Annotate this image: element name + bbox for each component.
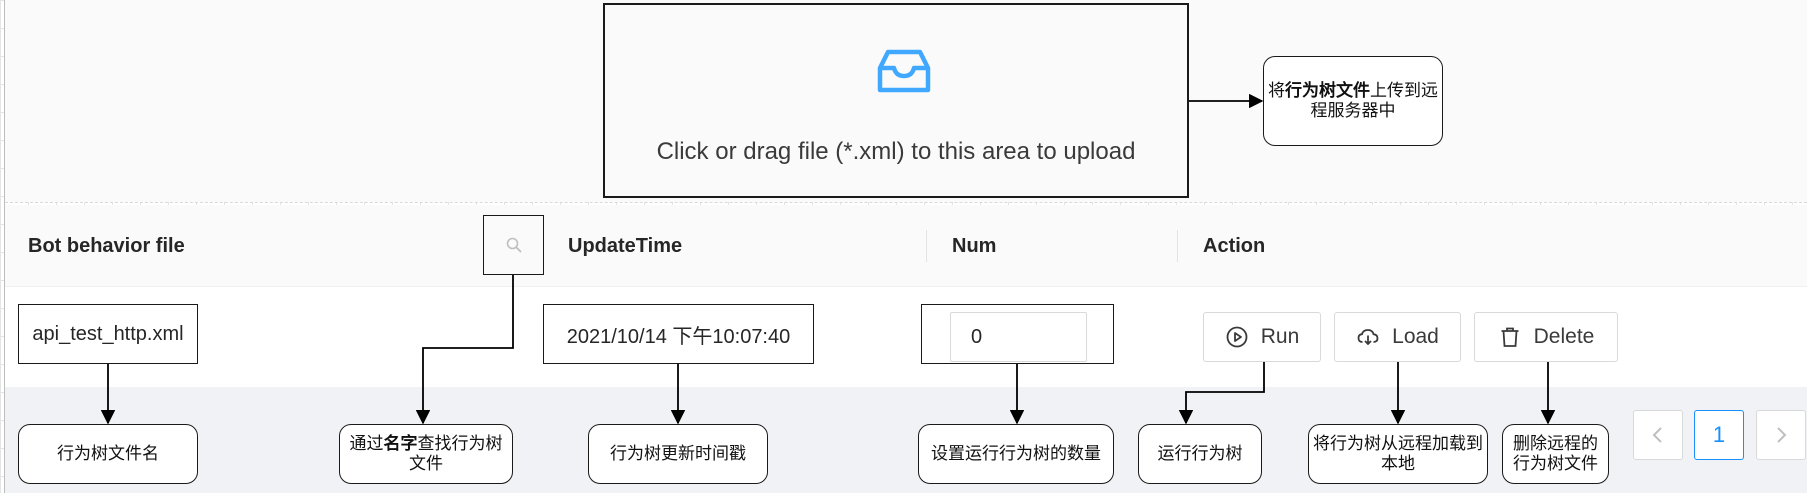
cloud-download-icon — [1357, 329, 1379, 346]
callout-run: 运行行为树 — [1138, 424, 1262, 484]
column-header-action: Action — [1203, 235, 1266, 257]
trash-icon — [1501, 327, 1519, 347]
pagination-next-button[interactable] — [1756, 410, 1806, 460]
chevron-left-icon — [1652, 427, 1662, 443]
delete-button[interactable]: Delete — [1474, 312, 1618, 362]
load-button[interactable]: Load — [1334, 312, 1461, 362]
callout-load: 将行为树从远程加载到本地 — [1308, 424, 1488, 484]
pagination-page-1[interactable]: 1 — [1694, 410, 1744, 460]
delete-button-label: Delete — [1533, 325, 1595, 348]
file-name-cell: api_test_http.xml — [18, 304, 198, 364]
callout-search-text: 通过名字查找行为树文件 — [349, 433, 503, 474]
pagination-prev-button[interactable] — [1633, 410, 1683, 460]
num-input[interactable]: 0 — [950, 312, 1087, 362]
play-circle-icon — [1226, 326, 1248, 348]
callout-file-name: 行为树文件名 — [18, 424, 198, 484]
callout-update-time: 行为树更新时间戳 — [588, 424, 768, 484]
run-button[interactable]: Run — [1203, 312, 1321, 362]
column-header-file: Bot behavior file — [28, 235, 185, 257]
update-time-cell: 2021/10/14 下午10:07:40 — [543, 304, 814, 364]
search-filter-button[interactable] — [483, 215, 544, 275]
callout-upload-text: 将行为树文件上传到远程服务器中 — [1268, 80, 1438, 121]
callout-search: 通过名字查找行为树文件 — [339, 424, 513, 484]
search-icon — [506, 237, 521, 253]
upload-hint: Click or drag file (*.xml) to this area … — [656, 138, 1136, 165]
column-divider — [926, 230, 927, 262]
column-divider — [1177, 230, 1178, 262]
inbox-icon — [874, 38, 934, 98]
table-header — [5, 205, 1807, 287]
left-border — [4, 0, 5, 493]
column-header-num: Num — [952, 235, 997, 257]
callout-num: 设置运行行为树的数量 — [918, 424, 1114, 484]
callout-upload: 将行为树文件上传到远程服务器中 — [1263, 56, 1443, 146]
callout-delete: 删除远程的行为树文件 — [1502, 424, 1609, 484]
run-button-label: Run — [1260, 325, 1300, 348]
chevron-right-icon — [1777, 427, 1787, 443]
column-header-update-time: UpdateTime — [568, 235, 683, 257]
upload-dropzone[interactable] — [603, 3, 1189, 198]
load-button-label: Load — [1392, 325, 1439, 348]
upload-band-divider — [5, 202, 1807, 203]
